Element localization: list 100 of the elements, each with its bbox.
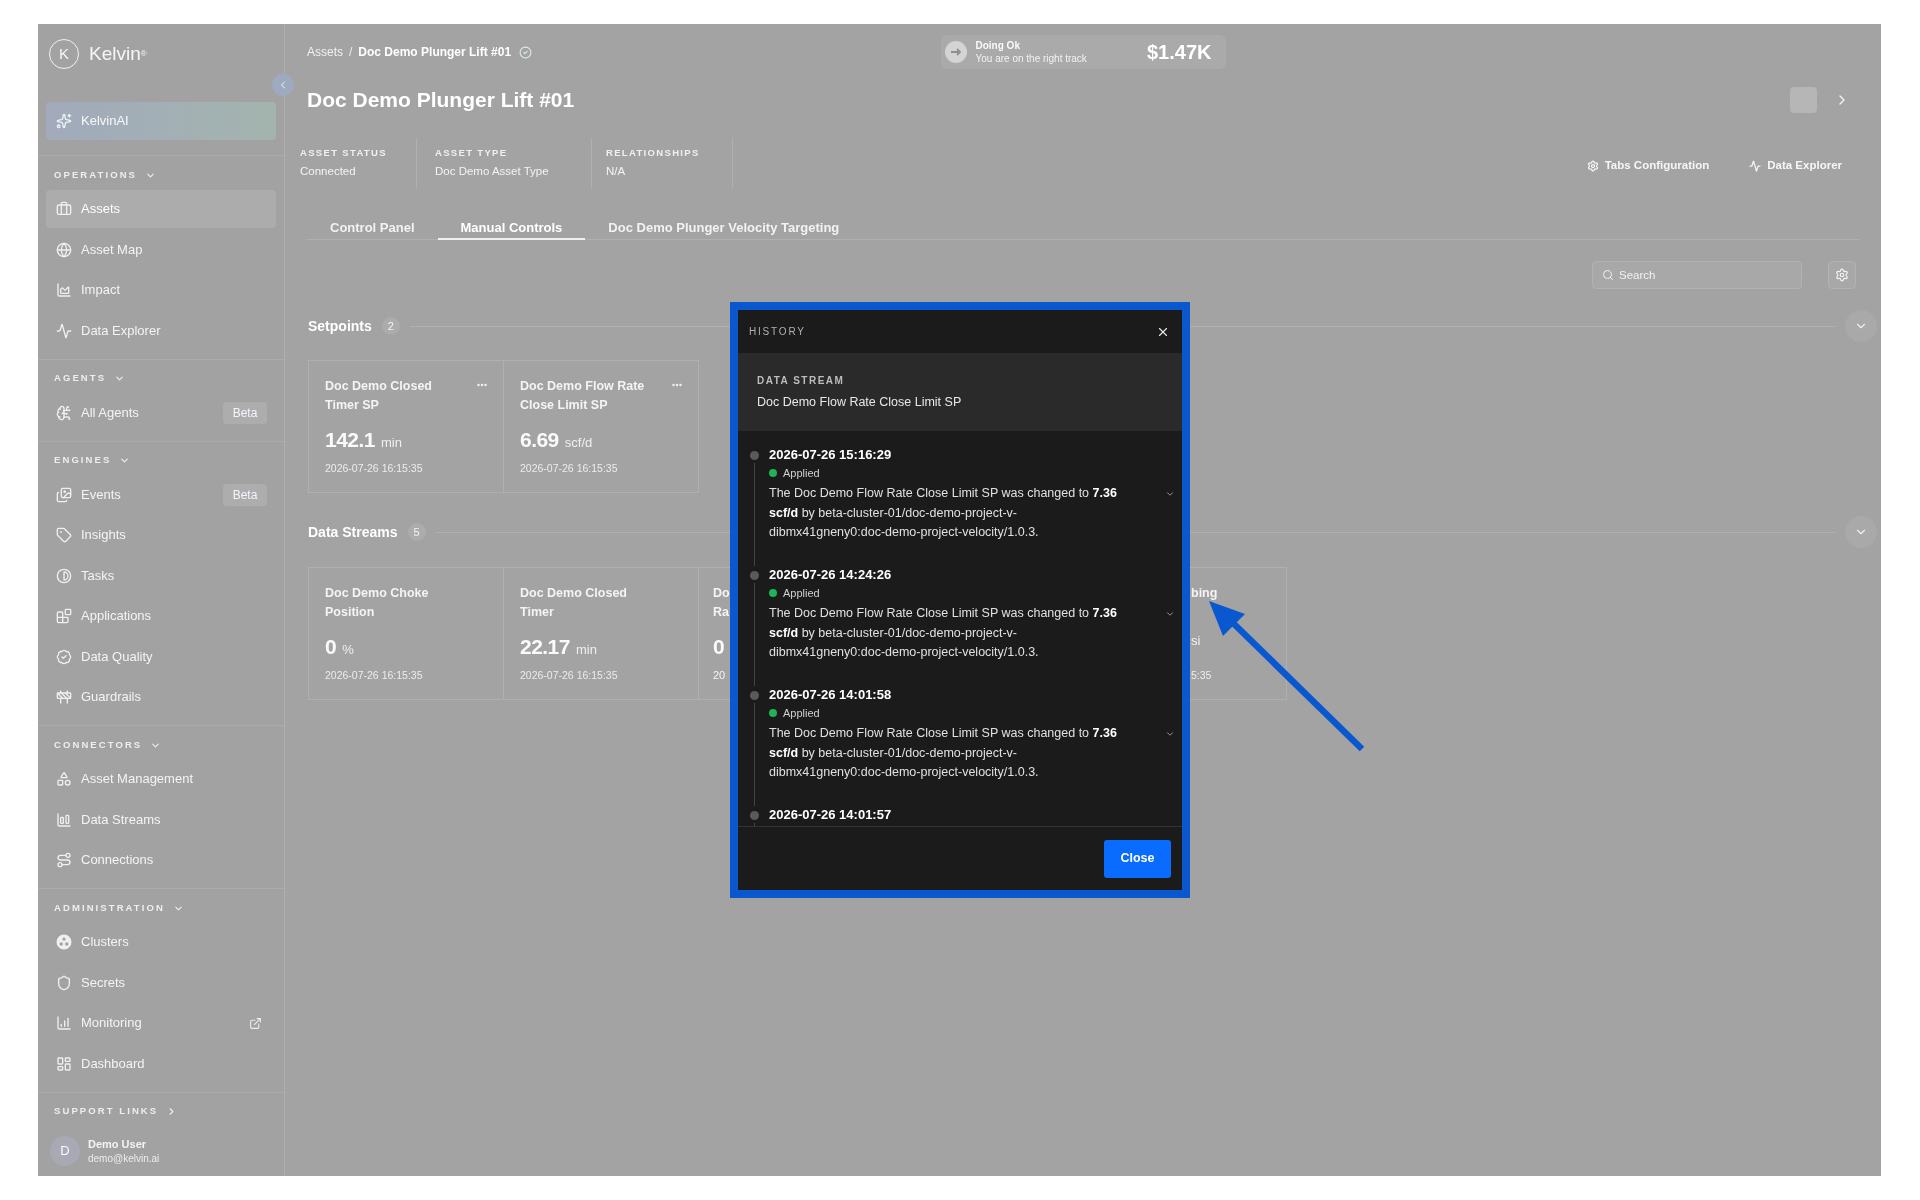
status-text: Applied [783, 585, 820, 601]
expand-button[interactable] [1165, 609, 1175, 619]
card-value: 0 [713, 634, 725, 660]
card-value: 22.17 [520, 634, 570, 660]
sidebar-item[interactable]: Data Explorer [46, 311, 276, 350]
half-circle-icon [56, 567, 72, 584]
card-title: Doc Demo Closed Timer SP [325, 378, 433, 414]
page-title: Doc Demo Plunger Lift #01 [307, 87, 575, 114]
user-avatar: D [50, 1136, 80, 1166]
section-title: Setpoints [308, 316, 372, 336]
section-title: Data Streams [308, 522, 398, 542]
tab[interactable]: Manual Controls [437, 212, 586, 240]
bar-chart-icon [56, 811, 72, 828]
collapse-button[interactable] [1845, 310, 1877, 342]
status-title: Doing Ok [975, 39, 1020, 52]
sidebar-item[interactable]: Dashboard [46, 1044, 276, 1083]
card-unit: scf/d [564, 434, 593, 452]
expand-button[interactable] [1165, 729, 1175, 739]
section-toggle[interactable]: OPERATIONS [38, 165, 156, 185]
info-label: RELATIONSHIPS [606, 147, 700, 159]
sparkles-icon [56, 113, 72, 129]
ai-assistant-button[interactable]: KelvinAI [46, 102, 276, 140]
section-toggle[interactable]: ADMINISTRATION [38, 898, 184, 918]
card-timestamp: 2026-07-26 16:15:35 [520, 668, 618, 682]
briefcase-icon [56, 201, 72, 217]
barrier-icon [56, 689, 72, 705]
collapse-sidebar-button[interactable] [272, 74, 294, 96]
section-toggle[interactable]: ENGINES [38, 450, 131, 471]
expand-button[interactable] [1165, 489, 1175, 499]
rising-bars-icon [56, 1015, 72, 1031]
sidebar-item[interactable]: Asset Management [46, 760, 276, 798]
sidebar-item[interactable]: Clusters [46, 923, 276, 961]
route-icon [56, 852, 72, 868]
card-unit: min [380, 434, 402, 452]
tab[interactable]: Doc Demo Plunger Velocity Targeting [585, 212, 863, 240]
brain-icon [56, 404, 72, 421]
check-circle-icon [519, 45, 533, 59]
entry-timestamp: 2026-07-26 14:01:57 [769, 806, 892, 824]
tag-icon [56, 527, 72, 543]
entry-description: The Doc Demo Flow Rate Close Limit SP was changed to 7.36 scf/d by beta-cluster-01/doc-demo-project-v-dibmx41gneny0:doc-demo-project-velocity/1.0.3. [769, 725, 1118, 781]
sidebar-item[interactable]: Tasks [46, 556, 276, 595]
tab[interactable]: Control Panel [307, 212, 438, 240]
breadcrumb-separator: / [349, 44, 353, 61]
search-field[interactable]: Search [1592, 261, 1802, 289]
shield-icon [56, 974, 72, 991]
item-count: 2 [381, 317, 400, 335]
dialog-title: HISTORY [749, 325, 806, 339]
search-icon [1602, 269, 1614, 281]
entry-timestamp: 2026-07-26 14:01:58 [769, 686, 892, 704]
sidebar-item[interactable]: Data Quality [46, 637, 276, 676]
stream-label: DATA STREAM [757, 374, 845, 387]
cluster-icon [56, 934, 72, 950]
card-unit: % [342, 641, 354, 659]
collapse-button[interactable] [1845, 516, 1877, 548]
card-timestamp: 5:35 [1191, 668, 1212, 682]
sidebar-item[interactable]: Data Streams [46, 800, 276, 839]
sidebar-item[interactable]: Impact [46, 271, 276, 309]
breadcrumb-link[interactable]: Doc Demo Plunger Lift #01 [358, 43, 512, 61]
status-subtitle: You are on the right track [975, 52, 1087, 65]
status-text: Applied [783, 465, 820, 481]
sidebar-item[interactable]: Connections [46, 841, 276, 879]
header-action-button[interactable]: Tabs Configuration [1586, 157, 1710, 175]
sidebar-item[interactable]: Monitoring [46, 1004, 276, 1042]
status-text: Applied [783, 705, 820, 721]
card-value: 6.69 [520, 427, 559, 453]
card-timestamp: 2026-07-26 16:15:35 [325, 668, 423, 682]
breadcrumb-link[interactable]: Assets [307, 43, 343, 61]
sidebar-item[interactable]: Insights [46, 516, 276, 554]
entry-timestamp: 2026-07-26 14:24:26 [769, 566, 892, 584]
gear-icon [1586, 160, 1599, 172]
sidebar-item[interactable]: Assets [46, 190, 276, 228]
sidebar-item[interactable]: Events Beta [46, 475, 276, 514]
close-dialog-button[interactable]: Close [1104, 839, 1171, 878]
card-title: Doc Demo Closed Timer [520, 585, 628, 621]
header-action-button[interactable]: Data Explorer [1749, 157, 1842, 175]
area-chart-icon [56, 282, 72, 298]
sidebar-item[interactable]: Secrets [46, 963, 276, 1002]
settings-icon [1835, 268, 1849, 282]
sidebar-item[interactable]: All Agents Beta [46, 393, 276, 432]
card-title: Doc Demo Choke Position [325, 585, 430, 621]
user-name: Demo User [88, 1136, 148, 1152]
savings-amount: $1.47K [1147, 40, 1212, 65]
entry-timestamp: 2026-07-26 15:16:29 [769, 446, 892, 464]
settings-button[interactable] [1828, 261, 1856, 289]
beta-tag: Beta [223, 401, 267, 424]
card-title: Doc Demo Flow Rate Close Limit SP [520, 378, 646, 414]
beta-tag: Beta [223, 483, 267, 506]
chevron-down-icon [1165, 729, 1175, 739]
section-toggle[interactable]: CONNECTORS [38, 735, 162, 755]
sidebar-item[interactable]: Applications [46, 597, 276, 635]
chevron-down-icon [1165, 609, 1175, 619]
sidebar-item[interactable]: Guardrails [46, 678, 276, 716]
sidebar-item[interactable]: Asset Map [46, 230, 276, 269]
info-label: ASSET TYPE [435, 147, 508, 159]
globe-icon [56, 241, 72, 258]
arrow-circle-icon [944, 41, 967, 63]
section-toggle[interactable]: SUPPORT LINKS [38, 1101, 178, 1122]
card-title: Ra [713, 604, 729, 621]
section-toggle[interactable]: AGENTS [38, 368, 126, 389]
info-value: N/A [606, 164, 626, 179]
